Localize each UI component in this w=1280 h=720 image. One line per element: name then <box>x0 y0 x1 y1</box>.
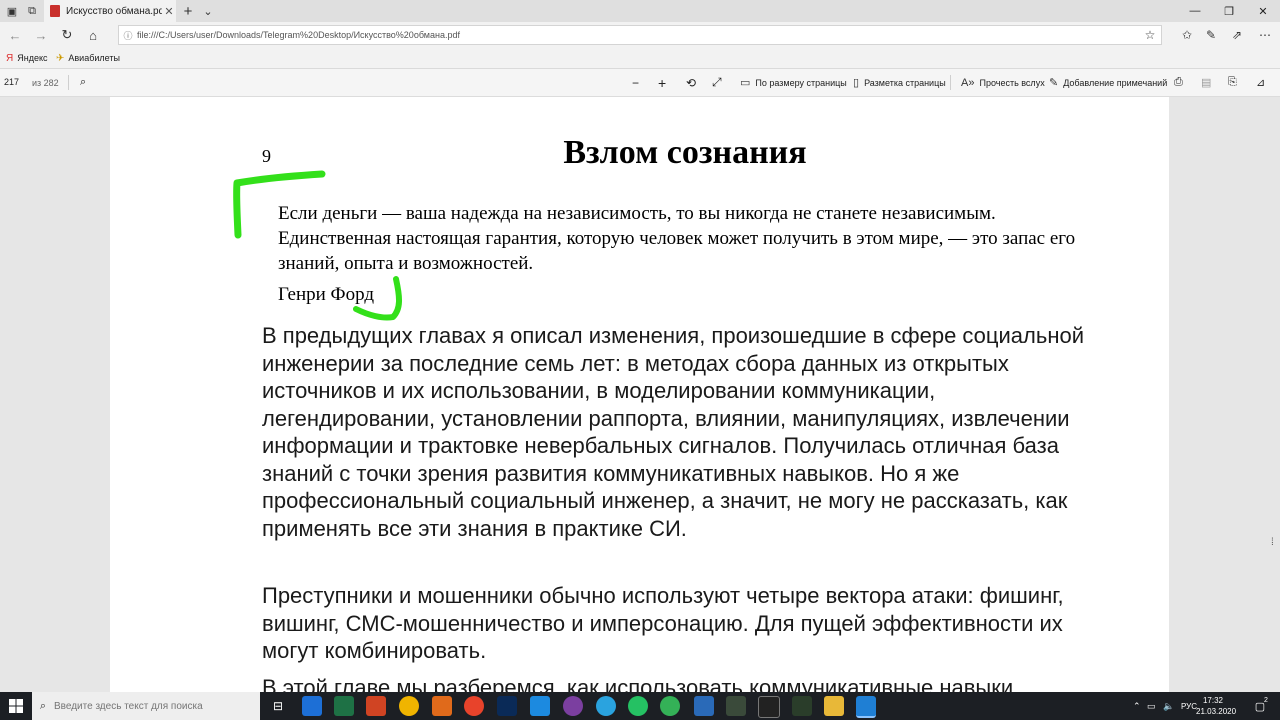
explorer-icon[interactable] <box>824 696 844 716</box>
taskbar-search[interactable]: ⌕ <box>32 692 260 720</box>
rotate-icon[interactable]: ⟲ <box>686 69 696 96</box>
favorite-star-icon[interactable]: ☆ <box>1139 28 1161 42</box>
favorites-icon[interactable]: ✩ <box>1176 26 1198 44</box>
vscode-icon[interactable] <box>530 696 550 716</box>
tab-pdf[interactable]: Искусство обмана.pdf ✕ <box>44 0 176 22</box>
read-aloud-label: Прочесть вслух <box>979 77 1045 88</box>
edge-icon[interactable] <box>856 696 876 718</box>
save-icon[interactable]: ▤ <box>1201 69 1211 96</box>
plane-icon: ✈ <box>56 52 65 64</box>
annotation-marks <box>233 170 402 321</box>
add-notes-button[interactable]: ✎ Добавление примечаний <box>1049 69 1167 96</box>
page-count: из 282 <box>32 77 59 88</box>
close-icon[interactable]: ✕ <box>162 5 176 18</box>
zoom-out-icon[interactable]: − <box>632 69 639 96</box>
clock-date: 21.03.2020 <box>1196 707 1237 716</box>
more-icon[interactable]: ⋯ <box>1254 26 1276 44</box>
read-aloud-icon: A» <box>961 76 975 89</box>
forward-icon[interactable]: → <box>30 26 52 44</box>
url-input[interactable] <box>137 30 1139 40</box>
notification-count: 2 <box>1264 696 1268 704</box>
word-icon[interactable] <box>302 696 322 716</box>
fullscreen-icon[interactable]: ⤢ <box>712 69 722 96</box>
search-icon[interactable]: ⌕ <box>80 69 86 96</box>
pin-toolbar-icon[interactable]: ⊿ <box>1256 69 1265 96</box>
home-icon[interactable]: ⌂ <box>82 26 104 44</box>
chrome-icon[interactable] <box>399 696 419 716</box>
search-icon: ⌕ <box>39 699 47 712</box>
read-aloud-button[interactable]: A» Прочесть вслух <box>961 69 1045 96</box>
page-layout-icon: ▯ <box>853 77 860 89</box>
tab-bar: ▣ ⧉ Искусство обмана.pdf ✕ + ⌄ — ❐ ✕ <box>0 0 1280 22</box>
address-bar: ← → ↻ ⌂ ⓘ ☆ ✩ ✎ ⇗ ⋯ <box>0 22 1280 48</box>
favorite-avia[interactable]: ✈ Авиабилеты <box>56 51 120 65</box>
save-as-icon[interactable]: ⎘ <box>1228 69 1237 96</box>
page-layout-label: Разметка страницы <box>864 77 946 88</box>
fit-page-icon: ▭ <box>740 77 751 89</box>
set-aside-tabs-icon[interactable]: ⧉ <box>22 0 42 22</box>
clock[interactable]: 17:32 21.03.2020 <box>1196 695 1237 717</box>
restore-icon[interactable]: ❐ <box>1212 0 1246 22</box>
pdf-viewer[interactable]: 9 Взлом сознания Если деньги — ваша наде… <box>0 97 1280 692</box>
windows-start-button[interactable] <box>0 692 32 720</box>
taskbar: ⌕ ⊟ ⌃ ▭ 🔈 РУС 17:32 21.03.2020 ▢ 2 <box>0 692 1280 720</box>
color-app-icon[interactable] <box>464 696 484 716</box>
divider <box>950 75 951 90</box>
scroll-indicator[interactable]: ⁞ <box>1271 537 1279 557</box>
share-icon[interactable]: ⇗ <box>1226 26 1248 44</box>
pdf-page: 9 Взлом сознания Если деньги — ваша наде… <box>110 97 1169 692</box>
volume-icon[interactable]: 🔈 <box>1163 692 1174 720</box>
fit-page-button[interactable]: ▭ По размеру страницы <box>740 69 847 96</box>
sublime-icon[interactable] <box>432 696 452 716</box>
info-icon[interactable]: ⓘ <box>119 29 137 42</box>
windows-logo-icon <box>9 699 23 713</box>
new-tab-icon[interactable]: + <box>178 0 198 22</box>
taskbar-search-input[interactable] <box>54 700 260 712</box>
page-number-input[interactable] <box>4 75 26 89</box>
excel-icon[interactable] <box>334 696 354 716</box>
powerpoint-icon[interactable] <box>366 696 386 716</box>
language-indicator[interactable]: РУС <box>1181 692 1197 720</box>
fit-page-label: По размеру страницы <box>755 77 847 88</box>
annotation-bracket-close <box>353 276 402 321</box>
add-notes-label: Добавление примечаний <box>1063 77 1168 88</box>
window-close-icon[interactable]: ✕ <box>1246 0 1280 22</box>
chevron-up-icon[interactable]: ⌃ <box>1133 692 1141 720</box>
annotation-bracket-open <box>233 170 326 239</box>
favorite-yandex[interactable]: Я Яндекс <box>6 51 48 65</box>
pdf-file-icon <box>50 5 60 17</box>
divider <box>68 75 69 90</box>
favorites-bar: Я Яндекс ✈ Авиабилеты <box>0 48 1280 69</box>
favorite-label: Яндекс <box>17 53 48 63</box>
clock-time: 17:32 <box>1202 696 1224 705</box>
zoom-in-icon[interactable]: + <box>658 69 666 96</box>
terminal-icon[interactable] <box>758 696 780 718</box>
photoshop-icon[interactable] <box>497 696 517 716</box>
pycharm-icon[interactable] <box>726 696 746 716</box>
refresh-icon[interactable]: ↻ <box>56 26 78 44</box>
pen-icon: ✎ <box>1049 77 1059 89</box>
print-icon[interactable]: ⎙ <box>1174 69 1183 96</box>
network-icon[interactable]: ▭ <box>1147 692 1156 720</box>
app-icon[interactable] <box>694 696 714 716</box>
tab-list-icon[interactable]: ▣ <box>2 0 22 22</box>
messenger-icon[interactable] <box>660 696 680 716</box>
pen-icon[interactable]: ✎ <box>1200 26 1222 44</box>
task-view-icon[interactable]: ⊟ <box>268 696 288 716</box>
back-icon[interactable]: ← <box>4 26 26 44</box>
favorite-label: Авиабилеты <box>68 53 120 63</box>
editor-icon[interactable] <box>792 696 812 716</box>
whatsapp-icon[interactable] <box>628 696 648 716</box>
pdf-toolbar: из 282 ⌕ − + ⟲ ⤢ ▭ По размеру страницы ▯… <box>0 69 1280 97</box>
telegram-icon[interactable] <box>596 696 616 716</box>
page-layout-button[interactable]: ▯ Разметка страницы <box>853 69 946 96</box>
media-app-icon[interactable] <box>563 696 583 716</box>
yandex-icon: Я <box>6 52 14 64</box>
tab-title: Искусство обмана.pdf <box>66 5 162 17</box>
url-box[interactable]: ⓘ ☆ <box>118 25 1162 45</box>
chevron-down-icon[interactable]: ⌄ <box>198 0 218 22</box>
minimize-icon[interactable]: — <box>1178 0 1212 22</box>
